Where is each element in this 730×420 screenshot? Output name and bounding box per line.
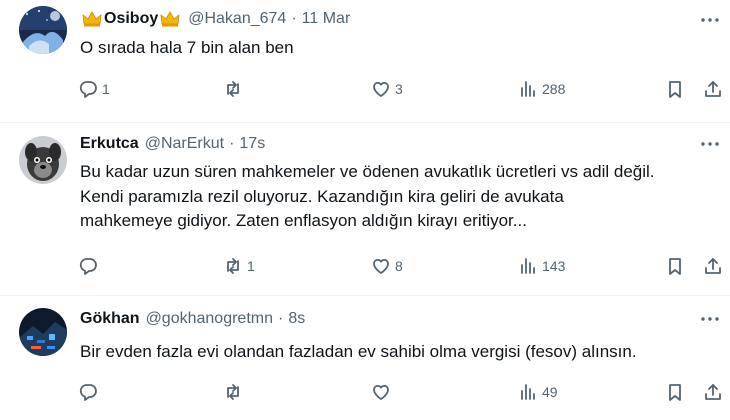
separator-dot: · — [229, 135, 235, 152]
share-icon — [705, 258, 721, 274]
tweet-header: Osiboy @Hakan_674 · 11 Mar — [80, 8, 350, 30]
timestamp[interactable]: 17s — [239, 135, 265, 153]
reply-button[interactable] — [78, 382, 102, 402]
bookmark-icon — [669, 81, 681, 98]
views-icon — [521, 384, 535, 400]
view-count: 288 — [542, 81, 566, 97]
reply-icon — [79, 384, 97, 401]
views-icon — [521, 258, 535, 274]
tweet-2[interactable]: Erkutca @NarErkut · 17s Bu kadar uzun sü… — [0, 123, 730, 295]
timestamp[interactable]: 11 Mar — [302, 10, 351, 28]
like-count: 8 — [395, 258, 403, 274]
share-icon — [705, 81, 721, 97]
tweet-1[interactable]: Osiboy @Hakan_674 · 11 Mar O sırada hala… — [0, 0, 730, 122]
crown-icon — [160, 11, 180, 27]
views-button[interactable]: 49 — [518, 382, 558, 402]
heart-icon — [373, 384, 389, 400]
reply-count: 1 — [102, 81, 110, 97]
tweet-actions: 49 — [78, 382, 728, 402]
bookmark-icon — [669, 258, 681, 275]
views-icon — [521, 81, 535, 97]
views-button[interactable]: 288 — [518, 79, 565, 99]
repost-icon — [227, 81, 239, 97]
user-handle[interactable]: @Hakan_674 — [188, 10, 286, 28]
bookmark-icon — [669, 384, 681, 401]
tweet-header: Gökhan @gokhanogretmn · 8s — [80, 308, 305, 330]
like-button[interactable] — [371, 382, 395, 402]
reply-icon — [79, 81, 97, 98]
share-icon — [705, 384, 721, 400]
views-button[interactable]: 143 — [518, 256, 565, 276]
heart-icon — [373, 81, 389, 97]
bookmark-button[interactable] — [665, 79, 685, 99]
display-name[interactable]: Gökhan — [80, 310, 140, 328]
user-handle[interactable]: @NarErkut — [145, 135, 224, 153]
reply-icon — [79, 258, 97, 275]
repost-button[interactable]: 1 — [223, 256, 255, 276]
share-button[interactable] — [703, 382, 723, 402]
more-options-icon[interactable] — [700, 134, 720, 154]
reply-button[interactable] — [78, 256, 102, 276]
timestamp[interactable]: 8s — [288, 310, 305, 328]
display-name[interactable]: Osiboy — [104, 10, 158, 28]
separator-dot: · — [291, 10, 297, 27]
crown-icon — [82, 11, 102, 27]
avatar[interactable] — [19, 6, 67, 54]
tweet-actions: 1 8 143 — [78, 256, 728, 276]
share-button[interactable] — [703, 79, 723, 99]
tweet-header: Erkutca @NarErkut · 17s — [80, 133, 265, 155]
display-name[interactable]: Erkutca — [80, 135, 139, 153]
like-button[interactable]: 8 — [371, 256, 403, 276]
repost-icon — [227, 258, 239, 274]
view-count: 49 — [542, 384, 558, 400]
reply-button[interactable]: 1 — [78, 79, 110, 99]
heart-icon — [373, 258, 389, 274]
view-count: 143 — [542, 258, 566, 274]
tweet-text: O sırada hala 7 bin alan ben — [80, 38, 294, 57]
tweet-3[interactable]: Gökhan @gokhanogretmn · 8s Bir evden faz… — [0, 296, 730, 420]
more-options-icon[interactable] — [700, 309, 720, 329]
user-handle[interactable]: @gokhanogretmn — [146, 310, 273, 328]
repost-button[interactable] — [223, 382, 247, 402]
avatar[interactable] — [19, 136, 67, 184]
tweet-actions: 1 3 288 — [78, 79, 728, 99]
repost-count: 1 — [247, 258, 255, 274]
repost-icon — [227, 384, 239, 400]
bookmark-button[interactable] — [665, 382, 685, 402]
like-count: 3 — [395, 81, 403, 97]
like-button[interactable]: 3 — [371, 79, 403, 99]
bookmark-button[interactable] — [665, 256, 685, 276]
separator-dot: · — [278, 310, 284, 327]
repost-button[interactable] — [223, 79, 247, 99]
tweet-text: Bir evden fazla evi olandan fazladan ev … — [80, 342, 637, 361]
more-options-icon[interactable] — [700, 10, 720, 30]
tweet-text: Bu kadar uzun süren mahkemeler ve ödenen… — [80, 162, 655, 230]
avatar[interactable] — [19, 308, 67, 356]
share-button[interactable] — [703, 256, 723, 276]
